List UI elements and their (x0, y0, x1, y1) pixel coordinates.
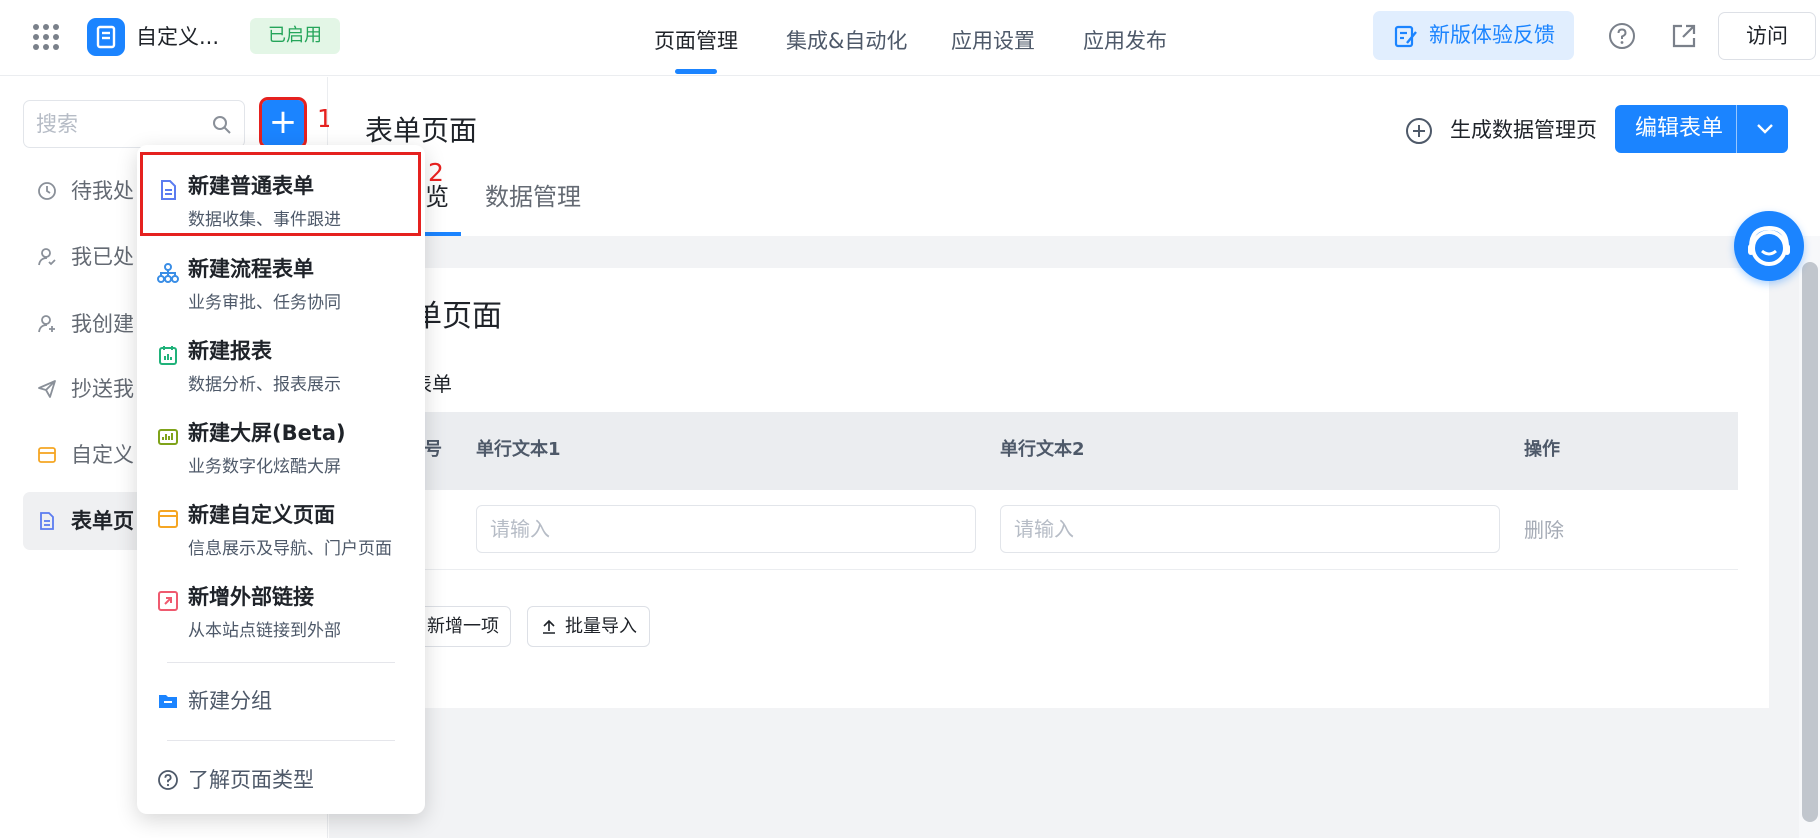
app-logo (87, 18, 125, 56)
sidebar-item-label: 我创建 (71, 312, 134, 336)
feedback-button-label: 新版体验反馈 (1429, 23, 1555, 47)
user-add-icon (38, 315, 55, 333)
add-item-label: 新增一项 (427, 616, 499, 637)
row-divider (412, 569, 1738, 570)
search-icon[interactable] (212, 115, 232, 135)
headset-icon (1748, 225, 1790, 266)
delete-row-link[interactable]: 删除 (1524, 515, 1564, 545)
send-icon (38, 380, 56, 398)
app-name[interactable]: 自定义... (136, 22, 219, 52)
help-icon[interactable] (1608, 22, 1636, 50)
annotation-highlight-box (140, 152, 421, 236)
external-link-icon (158, 591, 178, 611)
sidebar-item-label: 表单页 (71, 509, 134, 533)
learn-page-types-link[interactable]: 了解页面类型 (143, 757, 421, 803)
menu-item-new-group[interactable]: 新建分组 (143, 678, 421, 724)
nav-tab-app-publish[interactable]: 应用发布 (1083, 26, 1167, 56)
scrollbar-thumb[interactable] (1802, 262, 1818, 822)
add-circle-icon (1406, 118, 1432, 144)
user-check-icon (38, 248, 56, 266)
top-bar: 自定义... 已启用 页面管理 集成&自动化 应用设置 应用发布 新版体验反馈 … (0, 0, 1820, 76)
new-group-label: 新建分组 (188, 689, 272, 713)
layout-icon (38, 447, 56, 463)
menu-item-subtitle: 业务审批、任务协同 (188, 293, 341, 313)
menu-item-new-dashboard[interactable]: 新建大屏(Beta) 业务数字化炫酷大屏 (143, 402, 421, 480)
folder-icon (159, 695, 177, 708)
column-header-actions: 操作 (1524, 439, 1560, 460)
edit-note-icon (1394, 25, 1417, 48)
sidebar-item-label: 自定义 (71, 443, 134, 467)
edit-form-label: 编辑表单 (1635, 116, 1724, 141)
app-grid-icon[interactable] (33, 24, 59, 50)
column-header-index: 号 (424, 439, 442, 460)
generate-data-page-button[interactable]: 生成数据管理页 (1405, 115, 1597, 145)
menu-item-new-custom-page[interactable]: 新建自定义页面 信息展示及导航、门户页面 (143, 484, 421, 562)
sidebar-item-label: 抄送我 (71, 377, 134, 401)
menu-item-title: 新建报表 (188, 339, 272, 363)
status-badge: 已启用 (250, 18, 340, 54)
menu-divider (167, 662, 395, 663)
edit-form-button[interactable]: 编辑表单 (1615, 105, 1788, 153)
menu-divider (167, 740, 395, 741)
menu-item-subtitle: 业务数字化炫酷大屏 (188, 457, 341, 477)
menu-item-subtitle: 信息展示及导航、门户页面 (188, 539, 392, 559)
add-item-button[interactable]: 新增一项 (412, 606, 511, 647)
menu-item-subtitle: 数据分析、报表展示 (188, 375, 341, 395)
upload-icon (543, 619, 555, 634)
menu-item-title: 新建大屏(Beta) (188, 421, 346, 445)
visit-button[interactable]: 访问 (1718, 12, 1816, 60)
batch-import-label: 批量导入 (565, 616, 637, 637)
learn-types-label: 了解页面类型 (188, 768, 314, 792)
menu-item-new-workflow-form[interactable]: 新建流程表单 业务审批、任务协同 (143, 238, 421, 316)
open-external-icon[interactable] (1670, 22, 1698, 50)
feedback-button[interactable]: 新版体验反馈 (1373, 11, 1574, 60)
nav-active-indicator (675, 69, 717, 74)
nav-tab-integration[interactable]: 集成&自动化 (786, 26, 907, 56)
button-split-divider (1736, 105, 1737, 153)
customer-service-button[interactable] (1734, 211, 1804, 281)
annotation-callout-2: 2 (428, 158, 444, 187)
custom-page-icon (158, 510, 178, 528)
form-icon (40, 512, 54, 530)
text1-input[interactable]: 请输入 (476, 505, 976, 553)
menu-item-new-report[interactable]: 新建报表 数据分析、报表展示 (143, 320, 421, 398)
column-header-text2: 单行文本2 (1000, 439, 1085, 460)
menu-item-title: 新建自定义页面 (188, 503, 335, 527)
app-logo-icon (96, 25, 116, 49)
sidebar-item-label: 我已处 (71, 245, 134, 269)
nav-tab-page-management[interactable]: 页面管理 (654, 26, 738, 56)
workflow-icon (157, 263, 179, 283)
dashboard-icon (158, 429, 178, 445)
menu-item-title: 新建流程表单 (188, 257, 314, 281)
add-page-button[interactable]: + (259, 97, 307, 149)
column-header-text1: 单行文本1 (476, 439, 561, 460)
clock-icon (38, 182, 56, 200)
generate-button-label: 生成数据管理页 (1450, 118, 1597, 142)
form-title: 单页面 (412, 299, 502, 334)
report-icon (159, 346, 177, 365)
chevron-down-icon[interactable] (1756, 120, 1774, 138)
menu-item-title: 新增外部链接 (188, 585, 314, 609)
batch-import-button[interactable]: 批量导入 (527, 606, 650, 647)
help-circle-icon (158, 770, 178, 790)
tab-data-management[interactable]: 数据管理 (485, 180, 581, 214)
sidebar-item-label: 待我处 (71, 179, 134, 203)
menu-item-subtitle: 从本站点链接到外部 (188, 621, 341, 641)
text2-input[interactable]: 请输入 (1000, 505, 1500, 553)
menu-item-new-external-link[interactable]: 新增外部链接 从本站点链接到外部 (143, 566, 421, 644)
nav-tab-app-settings[interactable]: 应用设置 (951, 26, 1035, 56)
